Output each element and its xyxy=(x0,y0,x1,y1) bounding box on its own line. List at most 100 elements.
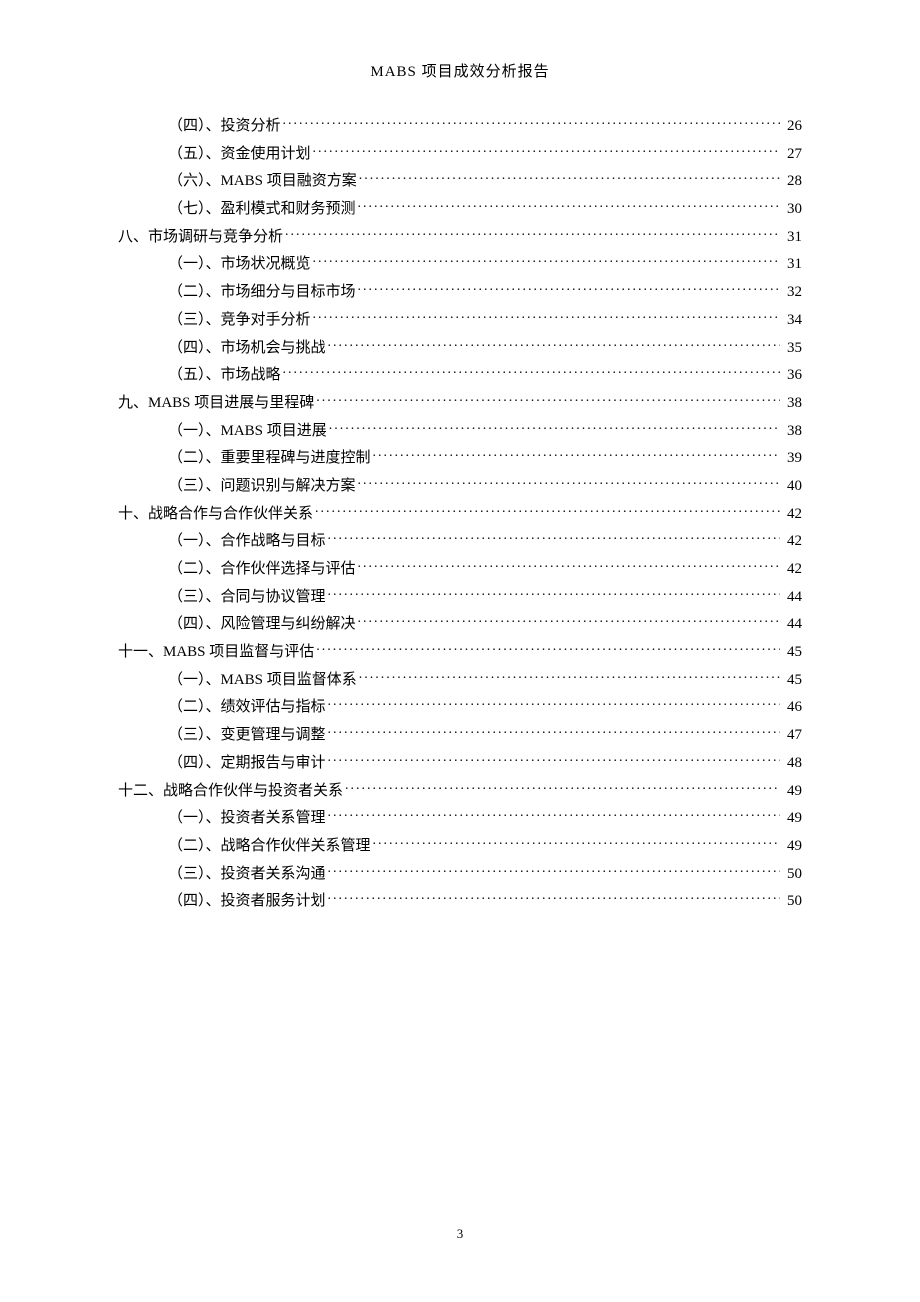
toc-entry[interactable]: （一）、合作战略与目标42 xyxy=(118,530,802,549)
toc-entry[interactable]: （二）、绩效评估与指标46 xyxy=(118,696,802,715)
toc-entry[interactable]: （三）、合同与协议管理 44 xyxy=(118,586,802,605)
toc-entry[interactable]: （三）、竞争对手分析34 xyxy=(118,309,802,328)
toc-entry[interactable]: （二）、战略合作伙伴关系管理 49 xyxy=(118,835,802,854)
toc-entry-label: （三）、合同与协议管理 xyxy=(168,590,326,605)
toc-entry-page: 26 xyxy=(782,119,802,134)
toc-entry[interactable]: 九、MABS 项目进展与里程碑 38 xyxy=(118,392,802,411)
toc-entry-label: （二）、重要里程碑与进度控制 xyxy=(168,451,371,466)
toc-leader-dots xyxy=(328,807,780,822)
toc-leader-dots xyxy=(313,143,780,158)
toc-entry[interactable]: （三）、投资者关系沟通 50 xyxy=(118,863,802,882)
table-of-contents: （四）、投资分析26（五）、资金使用计划27（六）、MABS 项目融资方案28（… xyxy=(118,115,802,909)
toc-leader-dots xyxy=(373,447,780,462)
toc-entry-page: 32 xyxy=(782,285,802,300)
toc-entry-page: 28 xyxy=(782,174,802,189)
page-number: 3 xyxy=(0,1226,920,1242)
toc-leader-dots xyxy=(283,364,780,379)
toc-leader-dots xyxy=(358,475,780,490)
toc-entry-page: 46 xyxy=(782,700,802,715)
toc-entry-label: （三）、问题识别与解决方案 xyxy=(168,479,356,494)
toc-leader-dots xyxy=(313,309,780,324)
toc-entry-page: 31 xyxy=(782,230,802,245)
toc-entry-page: 38 xyxy=(782,424,802,439)
toc-entry[interactable]: （四）、风险管理与纠纷解决 44 xyxy=(118,613,802,632)
toc-leader-dots xyxy=(358,613,780,628)
toc-entry-label: （二）、战略合作伙伴关系管理 xyxy=(168,839,371,854)
toc-entry-page: 49 xyxy=(782,839,802,854)
toc-entry[interactable]: （四）、定期报告与审计48 xyxy=(118,752,802,771)
toc-entry[interactable]: （一）、市场状况概览 31 xyxy=(118,253,802,272)
toc-entry[interactable]: 十二、战略合作伙伴与投资者关系 49 xyxy=(118,780,802,799)
toc-entry[interactable]: （四）、投资分析26 xyxy=(118,115,802,134)
toc-leader-dots xyxy=(359,170,780,185)
toc-entry-page: 42 xyxy=(782,562,802,577)
toc-entry[interactable]: （四）、市场机会与挑战 35 xyxy=(118,337,802,356)
toc-entry-label: 十、战略合作与合作伙伴关系 xyxy=(118,507,313,522)
toc-entry-page: 27 xyxy=(782,147,802,162)
toc-entry-page: 31 xyxy=(782,257,802,272)
toc-leader-dots xyxy=(328,530,780,545)
toc-entry-label: 八、市场调研与竞争分析 xyxy=(118,230,283,245)
toc-entry-label: （三）、变更管理与调整 xyxy=(168,728,326,743)
toc-entry-page: 50 xyxy=(782,894,802,909)
toc-entry-page: 30 xyxy=(782,202,802,217)
toc-entry[interactable]: （一）、MABS 项目进展38 xyxy=(118,420,802,439)
toc-entry[interactable]: （二）、重要里程碑与进度控制39 xyxy=(118,447,802,466)
toc-leader-dots xyxy=(358,198,780,213)
toc-entry-page: 44 xyxy=(782,617,802,632)
toc-entry-page: 42 xyxy=(782,507,802,522)
toc-entry[interactable]: （一）、MABS 项目监督体系45 xyxy=(118,669,802,688)
toc-entry-page: 50 xyxy=(782,867,802,882)
toc-entry[interactable]: （二）、合作伙伴选择与评估 42 xyxy=(118,558,802,577)
toc-entry[interactable]: （三）、问题识别与解决方案 40 xyxy=(118,475,802,494)
toc-leader-dots xyxy=(328,890,780,905)
toc-entry-label: 九、MABS 项目进展与里程碑 xyxy=(118,396,314,411)
toc-entry-label: （五）、市场战略 xyxy=(168,368,281,383)
toc-entry[interactable]: 八、市场调研与竞争分析 31 xyxy=(118,226,802,245)
toc-leader-dots xyxy=(359,669,780,684)
toc-entry[interactable]: 十一、MABS 项目监督与评估45 xyxy=(118,641,802,660)
toc-entry[interactable]: 十、战略合作与合作伙伴关系 42 xyxy=(118,503,802,522)
toc-leader-dots xyxy=(316,641,780,656)
toc-entry-label: （四）、风险管理与纠纷解决 xyxy=(168,617,356,632)
toc-leader-dots xyxy=(285,226,780,241)
toc-entry-page: 45 xyxy=(782,645,802,660)
toc-leader-dots xyxy=(315,503,780,518)
toc-entry-page: 47 xyxy=(782,728,802,743)
toc-entry-page: 42 xyxy=(782,534,802,549)
toc-entry[interactable]: （三）、变更管理与调整 47 xyxy=(118,724,802,743)
toc-entry[interactable]: （一）、投资者关系管理49 xyxy=(118,807,802,826)
toc-entry[interactable]: （二）、市场细分与目标市场 32 xyxy=(118,281,802,300)
toc-entry-page: 36 xyxy=(782,368,802,383)
toc-leader-dots xyxy=(328,586,780,601)
toc-leader-dots xyxy=(358,281,780,296)
toc-leader-dots xyxy=(328,863,780,878)
toc-leader-dots xyxy=(328,752,780,767)
toc-entry[interactable]: （七）、盈利模式和财务预测30 xyxy=(118,198,802,217)
toc-entry-label: （二）、市场细分与目标市场 xyxy=(168,285,356,300)
toc-entry[interactable]: （四）、投资者服务计划50 xyxy=(118,890,802,909)
toc-leader-dots xyxy=(328,696,780,711)
toc-leader-dots xyxy=(329,420,780,435)
toc-entry-label: （四）、市场机会与挑战 xyxy=(168,341,326,356)
toc-leader-dots xyxy=(316,392,780,407)
toc-entry[interactable]: （五）、资金使用计划27 xyxy=(118,143,802,162)
toc-entry-label: 十二、战略合作伙伴与投资者关系 xyxy=(118,784,343,799)
toc-entry-label: （一）、市场状况概览 xyxy=(168,257,311,272)
toc-leader-dots xyxy=(283,115,780,130)
toc-leader-dots xyxy=(313,253,780,268)
toc-entry-page: 49 xyxy=(782,811,802,826)
toc-entry[interactable]: （六）、MABS 项目融资方案 28 xyxy=(118,170,802,189)
toc-entry[interactable]: （五）、市场战略 36 xyxy=(118,364,802,383)
toc-entry-label: （二）、合作伙伴选择与评估 xyxy=(168,562,356,577)
toc-entry-page: 49 xyxy=(782,784,802,799)
toc-entry-label: （六）、MABS 项目融资方案 xyxy=(168,174,357,189)
toc-entry-page: 35 xyxy=(782,341,802,356)
toc-entry-label: （三）、投资者关系沟通 xyxy=(168,867,326,882)
toc-entry-page: 40 xyxy=(782,479,802,494)
toc-leader-dots xyxy=(358,558,780,573)
toc-leader-dots xyxy=(373,835,780,850)
document-page: MABS 项目成效分析报告 （四）、投资分析26（五）、资金使用计划27（六）、… xyxy=(0,0,920,1302)
toc-entry-page: 44 xyxy=(782,590,802,605)
toc-entry-page: 38 xyxy=(782,396,802,411)
